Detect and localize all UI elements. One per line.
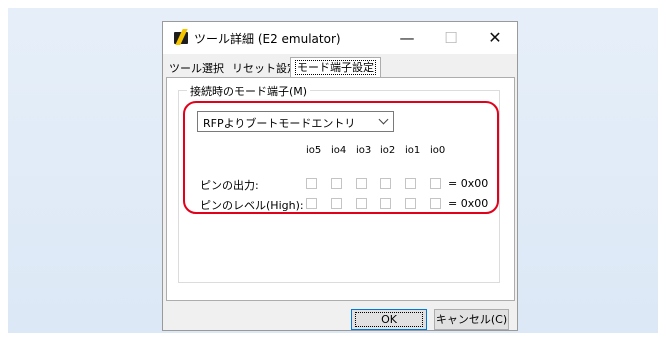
output-io2-checkbox[interactable] [380,178,391,189]
mode-select-value: RFPよりブートモードエントリ [203,117,356,130]
pin-header-io0: io0 [430,145,446,156]
output-io4-checkbox[interactable] [331,178,342,189]
level-io2-checkbox[interactable] [380,198,391,209]
pin-level-value: = 0x00 [448,197,489,210]
pin-output-label: ピンの出力: [200,179,259,192]
pin-header-io2: io2 [380,145,396,156]
group-title: 接続時のモード端子(M) [187,83,311,99]
tab-mode-pin-settings[interactable]: モード端子設定 [290,57,381,77]
pin-header-io3: io3 [356,145,372,156]
maximize-button: ☐ [444,29,458,47]
ok-button[interactable]: OK [351,309,427,330]
app-icon [174,29,188,45]
mode-select[interactable]: RFPよりブートモードエントリ [197,111,394,132]
tool-details-dialog: ツール詳細 (E2 emulator) — ☐ ✕ ツール選択 リセット設定 モ… [162,21,518,331]
tab-panel: 接続時のモード端子(M) RFPよりブートモードエントリ io5 io4 io3… [166,77,515,301]
output-io0-checkbox[interactable] [430,178,441,189]
pin-header-io5: io5 [306,145,322,156]
title-bar[interactable]: ツール詳細 (E2 emulator) — ☐ ✕ [163,22,517,54]
mode-pin-group: 接続時のモード端子(M) RFPよりブートモードエントリ io5 io4 io3… [178,83,500,283]
pin-header-io1: io1 [405,145,421,156]
pin-level-label: ピンのレベル(High): [200,199,304,212]
output-io5-checkbox[interactable] [306,178,317,189]
close-button[interactable]: ✕ [473,22,517,54]
level-io0-checkbox[interactable] [430,198,441,209]
output-io1-checkbox[interactable] [405,178,416,189]
level-io5-checkbox[interactable] [306,198,317,209]
ok-button-label: OK [355,312,423,327]
cancel-button[interactable]: キャンセル(C) [434,309,509,330]
pin-output-value: = 0x00 [448,177,489,190]
level-io4-checkbox[interactable] [331,198,342,209]
level-io3-checkbox[interactable] [356,198,367,209]
pin-header-io4: io4 [331,145,347,156]
tab-mode-pin-settings-label: モード端子設定 [295,60,376,75]
chevron-down-icon [378,114,389,125]
tab-tool-selection[interactable]: ツール選択 [166,60,227,77]
minimize-button[interactable]: — [385,22,429,54]
level-io1-checkbox[interactable] [405,198,416,209]
tab-strip: ツール選択 リセット設定 モード端子設定 [166,57,516,77]
window-title: ツール詳細 (E2 emulator) [194,32,341,46]
output-io3-checkbox[interactable] [356,178,367,189]
